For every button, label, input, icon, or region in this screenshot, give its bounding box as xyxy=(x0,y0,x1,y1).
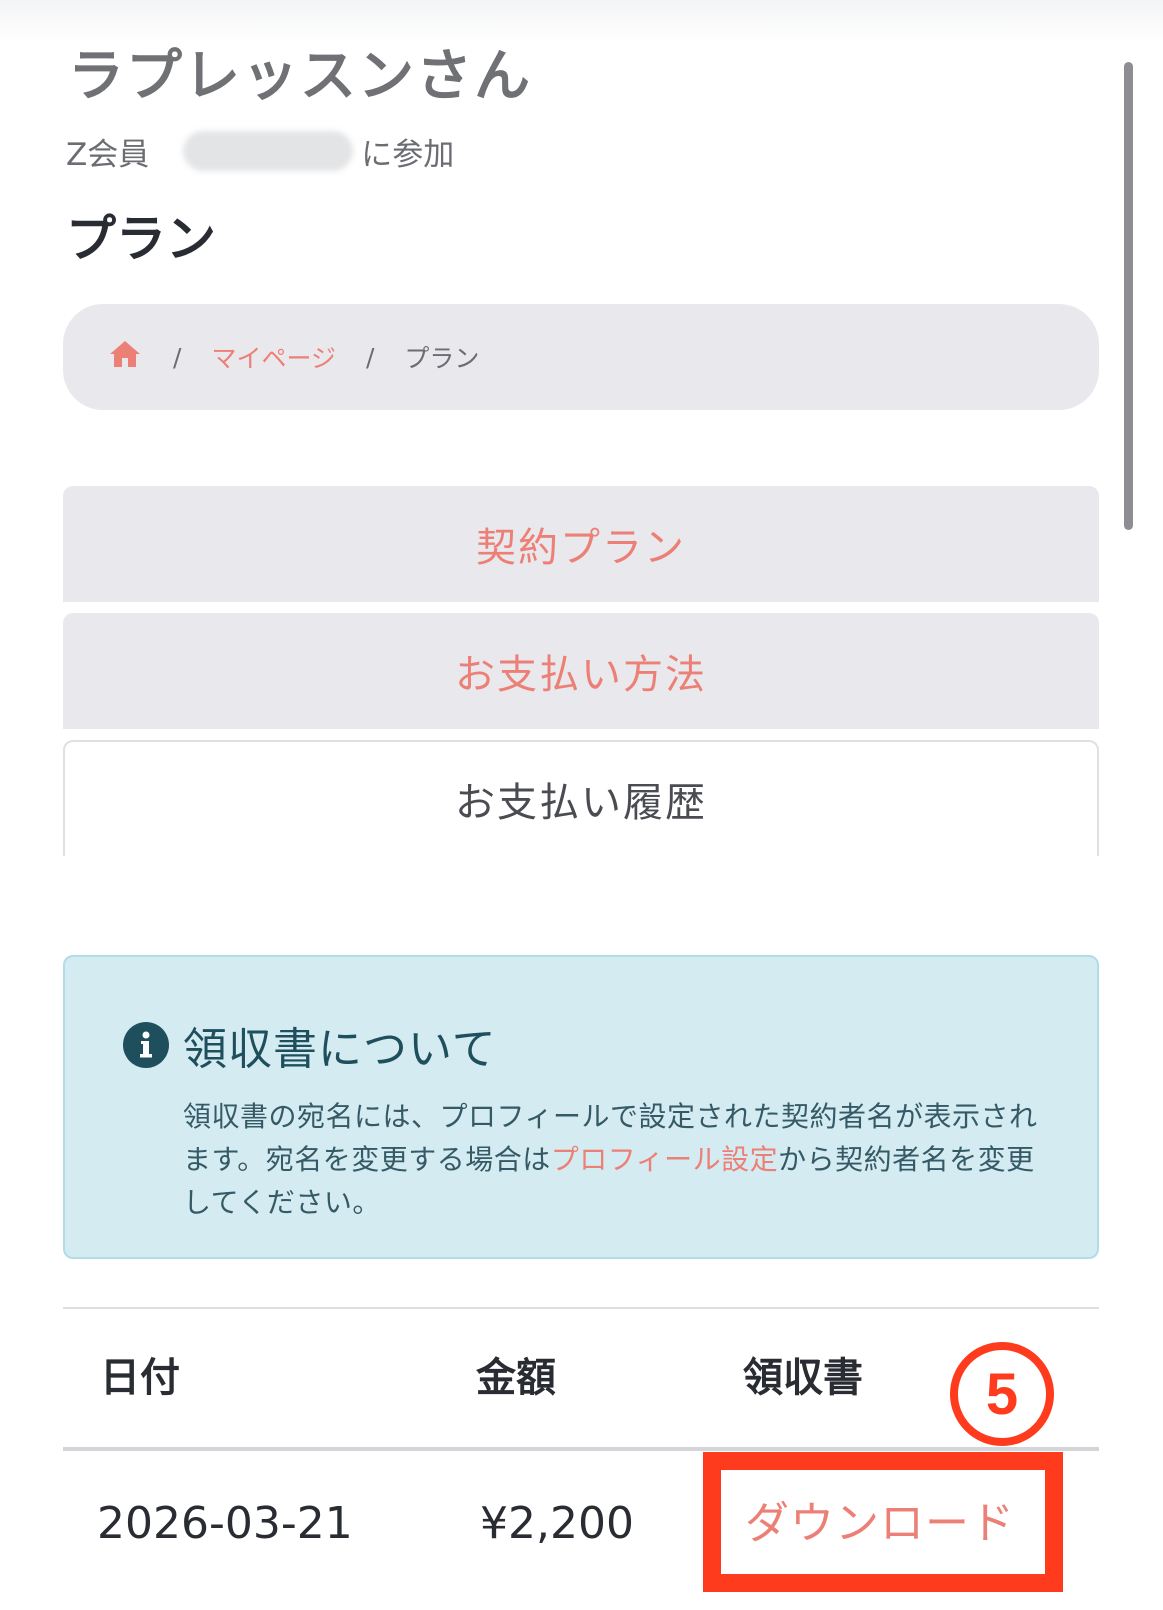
home-icon[interactable] xyxy=(107,338,143,376)
alert-body: 領収書の宛名には、プロフィールで設定された契約者名が表示されます。宛名を変更する… xyxy=(183,1095,1043,1224)
tab-contract-plan[interactable]: 契約プラン xyxy=(63,486,1099,602)
user-name: ラプレッスンさん xyxy=(68,44,532,109)
member-type: Z会員 xyxy=(66,136,150,173)
breadcrumb-separator: / xyxy=(173,342,182,372)
alert-title: 領収書について xyxy=(183,1024,497,1075)
breadcrumb-current: プラン xyxy=(404,344,480,373)
joined-suffix: に参加 xyxy=(361,136,455,173)
page-title: プラン xyxy=(66,210,216,268)
tab-payment-method[interactable]: お支払い方法 xyxy=(63,613,1099,729)
breadcrumb-mypage-link[interactable]: マイページ xyxy=(211,339,336,375)
column-header-date: 日付 xyxy=(100,1355,180,1401)
tab-payment-history[interactable]: お支払い履歴 xyxy=(63,740,1099,856)
table-header-separator xyxy=(63,1447,1099,1451)
breadcrumb: / マイページ / プラン xyxy=(63,304,1099,410)
receipt-info-alert: 領収書について 領収書の宛名には、プロフィールで設定された契約者名が表示されます… xyxy=(63,955,1099,1259)
cell-amount: ¥2,200 xyxy=(480,1498,634,1549)
table-top-border xyxy=(63,1307,1099,1309)
profile-settings-link[interactable]: プロフィール設定 xyxy=(551,1143,778,1176)
cell-date: 2026-03-21 xyxy=(97,1498,353,1549)
top-fade xyxy=(0,0,1163,42)
blurred-join-date xyxy=(183,131,354,171)
step-number-badge: 5 xyxy=(950,1342,1054,1446)
info-icon xyxy=(123,1022,169,1068)
member-info: Z会員 に参加 xyxy=(66,128,454,174)
column-header-receipt: 領収書 xyxy=(743,1355,863,1401)
column-header-amount: 金額 xyxy=(476,1355,556,1401)
alert-header: 領収書について xyxy=(123,1015,497,1075)
highlight-box xyxy=(703,1452,1063,1592)
scrollbar[interactable] xyxy=(1124,62,1133,530)
breadcrumb-separator: / xyxy=(365,342,375,372)
